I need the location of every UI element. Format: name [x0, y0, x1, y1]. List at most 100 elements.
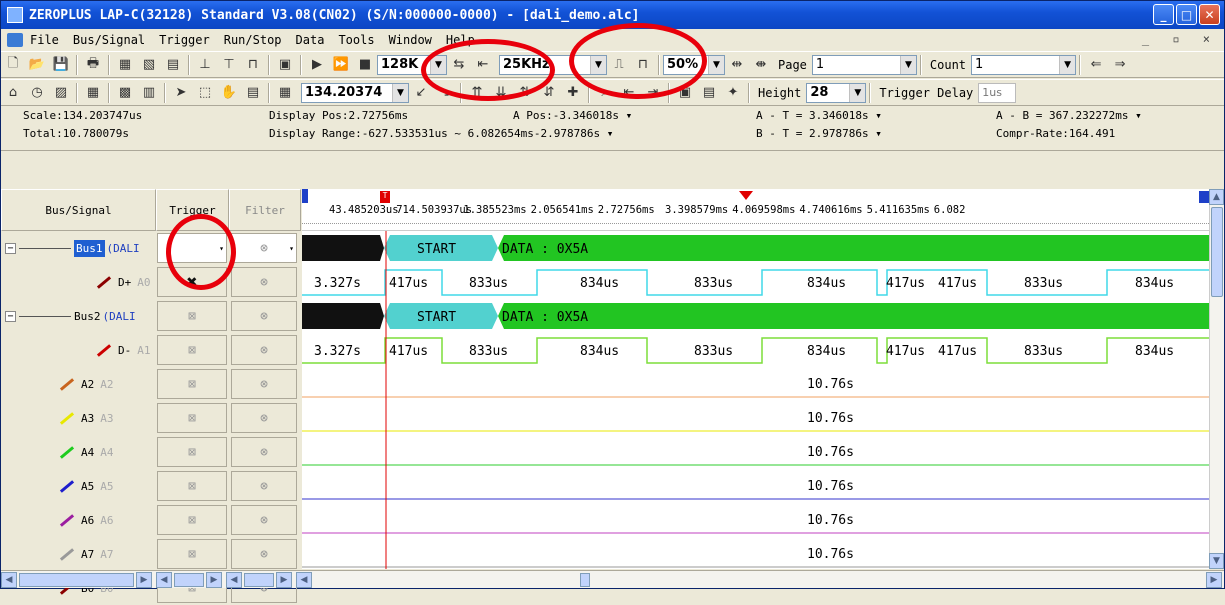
filter-cell[interactable]: ⊗ [231, 505, 297, 535]
signal-name[interactable]: A3 [81, 412, 94, 425]
chevron-down-icon[interactable]: ▼ [849, 83, 866, 102]
chevron-down-icon[interactable]: ▼ [1059, 55, 1076, 74]
waveform-scroll-thumb[interactable] [580, 572, 590, 587]
remove-bus-icon[interactable]: ▤ [163, 55, 183, 75]
signal-name[interactable]: A7 [81, 548, 94, 561]
run-icon[interactable]: ▶ [307, 55, 327, 75]
a-b-info[interactable]: A - B = 367.232272ms ▾ [996, 109, 1142, 122]
trigger-cell[interactable]: ⊠ [157, 301, 227, 331]
signal-row[interactable]: A2 A2 ⊠ ⊗ [1, 367, 301, 401]
collapse-icon[interactable]: − [5, 310, 16, 322]
signal-row[interactable]: A5 A5 ⊠ ⊗ [1, 469, 301, 503]
clock-icon[interactable]: ◷ [27, 83, 47, 103]
close-button[interactable]: ✕ [1199, 4, 1220, 25]
display-range-info[interactable]: Display Range:-627.533531us ~ 6.082654ms… [269, 127, 613, 140]
scroll-right-icon[interactable]: ▶ [206, 571, 222, 588]
filter-cell[interactable]: ⊗ [231, 471, 297, 501]
signal-name-cell[interactable]: A3 A3 [1, 401, 156, 435]
trigger-cell[interactable]: ⊠ [157, 369, 227, 399]
trigger-condition-icon[interactable]: ⊠ [188, 513, 196, 528]
plugin-icon[interactable]: ✦ [723, 83, 743, 103]
signal-name-cell[interactable]: A6 A6 [1, 503, 156, 537]
scroll-left-icon[interactable]: ◀ [296, 571, 312, 588]
signal-row[interactable]: A4 A4 ⊠ ⊗ [1, 435, 301, 469]
signal-name[interactable]: D+ [118, 276, 131, 289]
print-icon[interactable]: 🖶 [83, 55, 103, 75]
collapse-icon[interactable]: − [5, 242, 16, 254]
scroll-down-icon[interactable]: ▼ [1209, 553, 1224, 569]
filter-scroll-thumb[interactable] [244, 572, 274, 587]
add-bus-icon[interactable]: ▦ [115, 55, 135, 75]
signal-name-cell[interactable]: D+ A0 [1, 265, 156, 299]
menu-bus-signal[interactable]: Bus/Signal [66, 33, 152, 47]
mdi-controls[interactable]: _ ▫ × [1142, 32, 1218, 46]
cursor-a-icon[interactable]: ↙ [411, 83, 431, 103]
menu-run-stop[interactable]: Run/Stop [217, 33, 289, 47]
trigger-scroll-thumb[interactable] [174, 572, 204, 587]
waveform-view[interactable]: T 43.485203us 714.503937us 1.385523ms 2.056… [302, 189, 1209, 569]
trigger-delay-input[interactable]: 1us [978, 82, 1017, 103]
prev-page-icon[interactable]: ⇐ [1086, 55, 1106, 75]
filter-cell[interactable]: ⊗ [231, 335, 297, 365]
trigger-cell[interactable]: ⊠ [157, 437, 227, 467]
b-t-info[interactable]: B - T = 2.978786s ▾ [756, 127, 882, 140]
scroll-left-icon[interactable]: ◀ [156, 571, 172, 588]
signal-row[interactable]: D+ A0 ✖ ⊗ [1, 265, 301, 299]
a-pos-info[interactable]: A Pos:-3.346018s ▾ [513, 109, 632, 122]
menu-tools[interactable]: Tools [331, 33, 381, 47]
filter-cell[interactable]: ⊗ [231, 369, 297, 399]
trigger-fall-icon[interactable]: ⊤ [219, 55, 239, 75]
trigger-condition-icon[interactable]: ⊠ [188, 479, 196, 494]
signal-row[interactable]: A7 A7 ⊠ ⊗ [1, 537, 301, 571]
signal-name[interactable]: A5 [81, 480, 94, 493]
trigger-marker-icon[interactable]: T [380, 191, 390, 203]
filter-cell[interactable]: ⊗ [231, 539, 297, 569]
trigger-cell[interactable]: ⊠ [157, 403, 227, 433]
signal-name-cell[interactable]: A5 A5 [1, 469, 156, 503]
bar-5-icon[interactable]: ✚ [563, 83, 583, 103]
filter-cell[interactable]: ⊗ ▾ [231, 233, 297, 263]
cursor-marker-icon[interactable] [739, 191, 753, 200]
chevron-down-icon[interactable]: ▼ [899, 55, 916, 74]
filter-icon[interactable]: ⊗ [260, 411, 268, 426]
signal-name[interactable]: A2 [81, 378, 94, 391]
menu-file[interactable]: File [23, 33, 66, 47]
screenshot-icon[interactable]: ▨ [51, 83, 71, 103]
home-icon[interactable]: ⌂ [3, 83, 23, 103]
trigger-cell[interactable]: ⊠ [157, 335, 227, 365]
bus-name[interactable]: Bus2 [74, 310, 101, 323]
signal-name-cell[interactable]: A7 A7 [1, 537, 156, 571]
scroll-right-icon[interactable]: ▶ [1206, 571, 1222, 588]
waveform-canvas[interactable]: START DATA : 0X5A START DATA : 0X5A 3.327s 41… [302, 231, 1209, 569]
signal-row[interactable]: A3 A3 ⊠ ⊗ [1, 401, 301, 435]
trigger-condition-icon[interactable]: ⊠ [188, 411, 196, 426]
display-mode-icon[interactable]: ▦ [275, 83, 295, 103]
scroll-left-icon[interactable]: ◀ [226, 571, 242, 588]
chevron-down-icon[interactable]: ▾ [289, 244, 294, 253]
chevron-down-icon[interactable]: ▼ [708, 55, 724, 74]
run-repeat-icon[interactable]: ⏩ [331, 55, 351, 75]
bus-signal-header[interactable]: Bus/Signal [1, 189, 156, 231]
maximize-button[interactable]: □ [1176, 4, 1197, 25]
filter-icon[interactable]: ⊗ [260, 343, 268, 358]
zoom-out-icon[interactable]: ⇼ [751, 55, 771, 75]
zoom-in-icon[interactable]: ⇹ [727, 55, 747, 75]
filter-icon[interactable]: ⊗ [260, 241, 268, 256]
menu-trigger[interactable]: Trigger [152, 33, 217, 47]
new-file-icon[interactable]: 🗋 [3, 55, 23, 75]
signal-name-cell[interactable]: A2 A2 [1, 367, 156, 401]
signal-name-cell[interactable]: A4 A4 [1, 435, 156, 469]
trigger-cell[interactable]: ⊠ [157, 505, 227, 535]
filter-icon[interactable]: ⊗ [260, 479, 268, 494]
trigger-edge-icon[interactable]: ⊓ [243, 55, 263, 75]
filter-cell[interactable]: ⊗ [231, 403, 297, 433]
config-icon[interactable]: ▣ [275, 55, 295, 75]
signal-name[interactable]: A4 [81, 446, 94, 459]
open-folder-icon[interactable]: 📂 [27, 55, 47, 75]
stop-icon[interactable]: ■ [355, 55, 375, 75]
filter-cell[interactable]: ⊗ [231, 301, 297, 331]
edit-bus-icon[interactable]: ▧ [139, 55, 159, 75]
next-page-icon[interactable]: ⇒ [1110, 55, 1130, 75]
marker-a-icon[interactable] [302, 189, 308, 203]
pointer-icon[interactable]: ➤ [171, 83, 191, 103]
